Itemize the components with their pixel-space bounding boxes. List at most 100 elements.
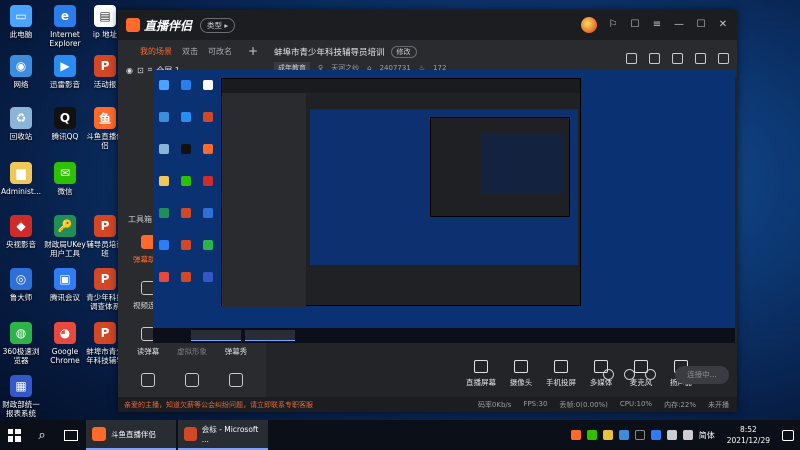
desktop-icon-label: 腾讯会议 — [50, 293, 80, 302]
avatar[interactable] — [581, 17, 597, 33]
preview-nested-screen — [481, 134, 563, 194]
tray-meeting-icon[interactable] — [650, 430, 661, 440]
stat-item: 丢帧:0(0.00%) — [559, 400, 608, 409]
search-icon[interactable]: ⌕ — [28, 428, 56, 443]
desktop-icon[interactable]: ▶ 迅雷影音 — [44, 55, 86, 89]
desktop-icon-image: ◆ — [10, 215, 32, 237]
maximize-icon[interactable]: ☐ — [695, 19, 707, 31]
tool-icon — [141, 373, 155, 387]
tray-app-icon[interactable] — [602, 430, 613, 440]
eye-icon[interactable]: ◉ — [126, 66, 133, 75]
preview-taskbar — [153, 328, 735, 343]
settings-icon[interactable] — [645, 369, 656, 380]
tray-qq-icon[interactable] — [634, 430, 645, 440]
desktop-icon[interactable]: ✉ 微信 — [44, 162, 86, 196]
tray-wechat-icon[interactable] — [586, 430, 597, 440]
toolbox-title: 工具箱 — [128, 214, 152, 224]
desktop-icon[interactable]: ▦ 财政部统一报表系统 — [0, 375, 42, 418]
share-icon[interactable] — [718, 53, 729, 64]
ime-indicator[interactable]: 简体 — [699, 430, 715, 441]
taskbar-app[interactable]: 会标 - Microsoft ... — [178, 420, 268, 450]
desktop-icon-label: 回收站 — [9, 132, 33, 141]
task-view-icon[interactable] — [64, 429, 78, 441]
desktop-icon[interactable]: ◍ 360极速浏览器 — [0, 322, 42, 365]
feedback-icon[interactable]: ☐ — [629, 19, 641, 31]
desktop-icon-image: Q — [54, 107, 76, 129]
preview-desktop-icon — [181, 80, 191, 90]
taskbar-app[interactable]: 斗鱼直播伴侣 — [86, 420, 176, 450]
start-live-button[interactable]: 连接中... — [675, 366, 729, 384]
camera-icon[interactable] — [603, 369, 614, 380]
tray-network-icon[interactable] — [666, 430, 677, 440]
tray-volume-icon[interactable] — [682, 430, 693, 440]
desktop-icon[interactable]: ◉ 网络 — [0, 55, 42, 89]
clock-date: 2021/12/29 — [726, 436, 770, 445]
windows-logo-icon — [7, 428, 21, 442]
tool-icon — [229, 373, 243, 387]
tool-label: 读弹幕 — [136, 347, 160, 356]
desktop-icon[interactable]: 🔑 财政局UKey用户工具 — [44, 215, 86, 258]
stat-item: CPU:10% — [619, 399, 653, 408]
desktop-icon[interactable]: e Internet Explorer — [44, 5, 86, 48]
desktop-icon-image: 鱼 — [94, 107, 116, 129]
desktop-icon[interactable]: ▣ 腾讯会议 — [44, 268, 86, 302]
desktop-icon-label: 鲁大师 — [9, 293, 33, 302]
tray-bluetooth-icon[interactable] — [618, 430, 629, 440]
type-button[interactable]: 类型 ▸ — [200, 17, 236, 33]
preview-desktop-icon — [159, 112, 169, 122]
close-icon[interactable]: ✕ — [717, 19, 729, 31]
tab-rename[interactable]: 可改名 — [208, 46, 232, 57]
desktop-icon[interactable]: ◆ 央视影音 — [0, 215, 42, 249]
preview-desktop-icon — [159, 240, 169, 250]
desktop-icon[interactable]: ▭ 此电脑 — [0, 5, 42, 39]
minimize-icon[interactable]: — — [673, 19, 685, 31]
header-tools — [626, 53, 729, 64]
desktop-icon-image: ◕ — [54, 322, 76, 344]
logo-icon — [126, 18, 140, 32]
tray-douyu-icon[interactable] — [570, 430, 581, 440]
skin-icon[interactable]: ⚐ — [607, 19, 619, 31]
visibility-icon[interactable] — [624, 369, 635, 380]
live-preview[interactable] — [153, 70, 735, 343]
camera-icon — [514, 360, 528, 373]
desktop-icon-image: e — [54, 5, 76, 27]
desktop-icon-image: ▦ — [10, 375, 32, 397]
desktop-icon-label: 财政部统一报表系统 — [2, 400, 40, 418]
desktop-icon-image: ▤ — [94, 5, 116, 27]
privacy-icon[interactable] — [672, 53, 683, 64]
notification-icon[interactable] — [782, 429, 794, 441]
desktop-icon[interactable]: ▆ Administ... — [0, 162, 42, 196]
bottom-icons — [603, 369, 656, 380]
record-icon[interactable] — [626, 53, 637, 64]
clock[interactable]: 8:52 2021/12/29 — [727, 424, 770, 446]
tool-icon — [185, 373, 199, 387]
bell-icon[interactable] — [695, 53, 706, 64]
screen-capture-icon — [474, 360, 488, 373]
menu-icon[interactable]: ≡ — [651, 19, 663, 31]
tab-my-scenes[interactable]: 我的场景 — [140, 46, 172, 57]
desktop-icon-image: ♻ — [10, 107, 32, 129]
add-scene-icon[interactable]: + — [248, 44, 258, 58]
taskbar-app-label: 会标 - Microsoft ... — [201, 425, 259, 444]
lock-icon[interactable]: ⊡ — [137, 66, 144, 75]
desktop-icon-image: ◉ — [10, 55, 32, 77]
start-button[interactable] — [0, 420, 28, 450]
preview-inner-screen — [310, 109, 578, 265]
desktop-icon-label: Google Chrome — [50, 347, 80, 365]
tool-item[interactable] — [126, 373, 170, 392]
desktop-icon[interactable]: Q 腾讯QQ — [44, 107, 86, 141]
preview-desktop-icon — [181, 272, 191, 282]
edit-button[interactable]: 修改 — [390, 46, 417, 58]
desktop-icon[interactable]: ◕ Google Chrome — [44, 322, 86, 365]
room-title: 蚌埠市青少年科技辅导员培训 — [274, 48, 385, 58]
clock-time: 8:52 — [739, 425, 757, 434]
desktop-icon-label: 网络 — [13, 80, 29, 89]
tool-item[interactable] — [214, 373, 258, 392]
unlock-icon[interactable] — [649, 53, 660, 64]
desktop-icon[interactable]: ♻ 回收站 — [0, 107, 42, 141]
desktop-icon[interactable]: ◎ 鲁大师 — [0, 268, 42, 302]
tab-double-click[interactable]: 双击 — [182, 46, 198, 57]
tool-item[interactable] — [170, 373, 214, 392]
scene-tabs: 我的场景 双击 可改名 + — [118, 40, 266, 62]
preview-desktop-icon — [203, 144, 213, 154]
